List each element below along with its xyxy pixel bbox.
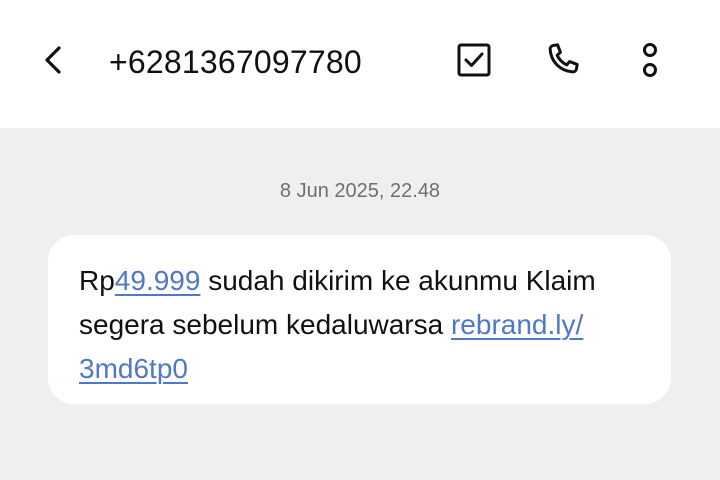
amount-link[interactable]: 49.999 <box>115 265 201 296</box>
app-bar: +6281367097780 <box>0 0 720 128</box>
message-timestamp: 8 Jun 2025, 22.48 <box>279 180 441 202</box>
phone-icon <box>543 41 581 84</box>
select-messages-button[interactable] <box>450 38 498 86</box>
contact-number-title[interactable]: +6281367097780 <box>109 42 362 82</box>
currency-prefix: Rp <box>79 265 115 296</box>
url-link-part2: 3md6tp0 <box>79 353 188 384</box>
chevron-left-icon <box>41 44 67 81</box>
select-checkbox-icon <box>456 42 492 83</box>
call-button[interactable] <box>538 38 586 86</box>
back-button[interactable] <box>30 38 78 86</box>
message-text: Rp49.999 sudah dikirim ke akunmu Klaim s… <box>79 259 639 391</box>
url-link-part1: rebrand.ly/ <box>450 309 584 340</box>
more-options-button[interactable] <box>626 38 674 86</box>
message-bubble[interactable]: Rp49.999 sudah dikirim ke akunmu Klaim s… <box>48 235 671 404</box>
more-vert-icon <box>640 40 660 85</box>
